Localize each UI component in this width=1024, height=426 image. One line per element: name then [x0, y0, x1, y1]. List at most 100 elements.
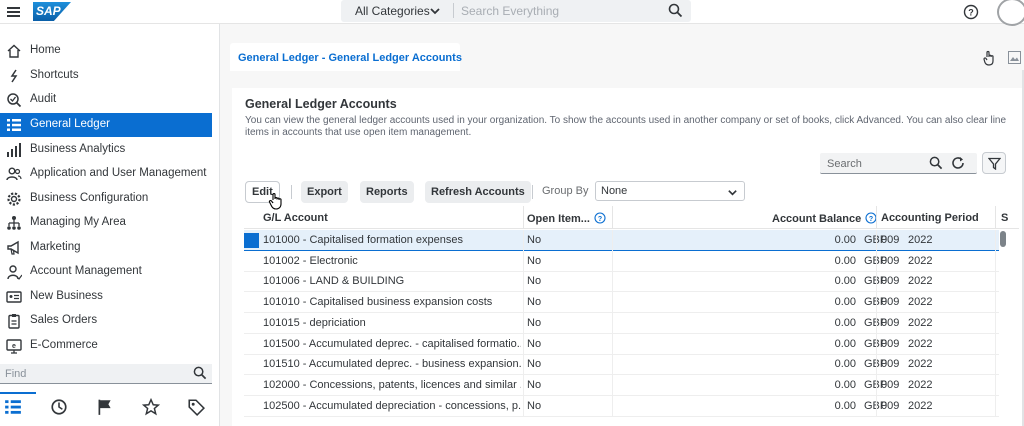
table-row[interactable]: 101015 - depriciationNo0.00GBP0092022 — [244, 312, 999, 334]
table-row[interactable]: 101006 - LAND & BUILDINGNo0.00GBP0092022 — [244, 271, 999, 293]
sidebar-item-label: Home — [30, 44, 61, 56]
row-selector[interactable] — [244, 337, 259, 352]
cell-gl-account[interactable]: 101000 - Capitalised formation expenses — [263, 234, 521, 246]
help-icon[interactable]: ? — [963, 4, 979, 20]
sidebar-item-application-user-management[interactable]: Application and User Management — [0, 162, 212, 186]
sidebar-item-business-analytics[interactable]: Business Analytics — [0, 138, 212, 162]
cell-period: 009 — [881, 399, 900, 412]
cell-year: 2022 — [908, 378, 933, 391]
sidebar-item-business-configuration[interactable]: Business Configuration — [0, 187, 212, 211]
export-button[interactable]: Export — [301, 181, 348, 203]
tab-general-ledger-accounts[interactable]: General Ledger - General Ledger Accounts — [230, 43, 462, 71]
col-header-extra[interactable]: S — [1001, 212, 1008, 224]
flag-icon[interactable] — [96, 398, 116, 418]
sidebar-item-home[interactable]: Home — [0, 39, 212, 63]
filter-button[interactable] — [982, 152, 1006, 174]
row-selector[interactable] — [244, 399, 259, 414]
refresh-accounts-button[interactable]: Refresh Accounts — [425, 181, 531, 203]
table-row[interactable]: 101002 - ElectronicNo0.00GBP0092022 — [244, 250, 999, 272]
cell-open-item: No — [527, 296, 542, 309]
row-selector[interactable] — [244, 274, 259, 289]
col-header-account-balance[interactable]: Account Balance? — [772, 212, 877, 225]
cell-gl-account[interactable]: 102000 - Concessions, patents, licences … — [263, 379, 521, 391]
card-icon — [6, 289, 22, 305]
page-description: You can view the general ledger accounts… — [245, 115, 1007, 138]
refresh-icon[interactable] — [951, 156, 965, 170]
image-icon[interactable] — [1008, 51, 1021, 64]
find-input[interactable] — [5, 366, 185, 382]
sidebar-item-general-ledger[interactable]: General Ledger — [0, 113, 212, 137]
sidebar-item-audit[interactable]: Audit — [0, 88, 212, 112]
clipboard-icon — [6, 313, 22, 329]
col-header-open-item[interactable]: Open Item...? — [527, 212, 606, 225]
touch-icon[interactable] — [982, 50, 996, 66]
row-selector[interactable] — [244, 233, 259, 248]
cell-gl-account[interactable]: 102500 - Accumulated depreciation - conc… — [263, 400, 521, 412]
cell-gl-account[interactable]: 101015 - depriciation — [263, 317, 521, 329]
row-selector[interactable] — [244, 254, 259, 269]
sap-logo[interactable]: SAP — [33, 2, 71, 21]
history-icon[interactable] — [50, 398, 70, 418]
sidebar-item-e-commerce[interactable]: e E-Commerce — [0, 334, 212, 358]
bar-chart-icon — [6, 142, 22, 158]
cell-period: 009 — [881, 316, 900, 329]
cell-year: 2022 — [908, 399, 933, 412]
category-select[interactable]: All Categories — [355, 4, 430, 18]
search-icon[interactable] — [193, 366, 207, 380]
divider — [453, 3, 454, 18]
favorite-icon[interactable] — [142, 398, 162, 418]
global-search-input[interactable] — [461, 1, 661, 20]
divider — [523, 312, 524, 334]
vertical-scrollbar[interactable] — [999, 229, 1007, 426]
row-selector[interactable] — [244, 357, 259, 372]
sidebar-item-label: Sales Orders — [30, 314, 98, 326]
cell-year: 2022 — [908, 234, 933, 246]
cell-gl-account[interactable]: 101006 - LAND & BUILDING — [263, 275, 521, 287]
table-row[interactable]: 101500 - Accumulated deprec. - capitalis… — [244, 333, 999, 355]
users-icon — [6, 166, 22, 182]
cell-gl-account[interactable]: 101500 - Accumulated deprec. - capitalis… — [263, 338, 521, 350]
sidebar-item-label: Audit — [30, 93, 57, 105]
sidebar-item-account-management[interactable]: Account Management — [0, 260, 212, 284]
row-selector[interactable] — [244, 295, 259, 310]
cell-year: 2022 — [908, 275, 933, 288]
list-icon[interactable] — [4, 398, 24, 418]
scrollbar-thumb[interactable] — [1000, 231, 1006, 247]
search-icon[interactable] — [929, 156, 943, 170]
group-by-select[interactable]: None — [595, 181, 745, 201]
row-selector[interactable] — [244, 378, 259, 393]
gl-accounts-panel: General Ledger Accounts You can view the… — [232, 88, 1022, 426]
sidebar-item-new-business[interactable]: New Business — [0, 285, 212, 309]
search-input[interactable] — [827, 156, 927, 171]
table-row[interactable]: 102500 - Accumulated depreciation - conc… — [244, 395, 999, 417]
table-row[interactable]: 102000 - Concessions, patents, licences … — [244, 374, 999, 396]
col-header-accounting-period[interactable]: Accounting Period — [881, 212, 979, 224]
cell-gl-account[interactable]: 101002 - Electronic — [263, 255, 521, 267]
gear-icon — [6, 191, 22, 207]
menu-icon[interactable] — [6, 4, 22, 20]
chevron-down-icon[interactable] — [429, 5, 441, 17]
divider — [995, 354, 996, 376]
global-search-bar: All Categories — [341, 0, 691, 22]
table-row[interactable]: 101000 - Capitalised formation expenses N… — [244, 230, 999, 251]
sidebar-item-managing-my-area[interactable]: Managing My Area — [0, 211, 212, 235]
sidebar-item-shortcuts[interactable]: Shortcuts — [0, 64, 212, 88]
tag-icon[interactable] — [187, 398, 207, 418]
cell-gl-account[interactable]: 101510 - Accumulated deprec. - business … — [263, 358, 521, 370]
cell-gl-account[interactable]: 101010 - Capitalised business expansion … — [263, 296, 521, 308]
sidebar-item-sales-orders[interactable]: Sales Orders — [0, 309, 212, 333]
reports-button[interactable]: Reports — [360, 181, 414, 203]
table-search — [820, 153, 977, 174]
col-header-gl-account[interactable]: G/L Account — [263, 212, 328, 224]
table-row[interactable]: 101010 - Capitalised business expansion … — [244, 292, 999, 314]
avatar[interactable] — [997, 0, 1024, 26]
divider — [612, 374, 613, 396]
cell-year: 2022 — [908, 254, 933, 267]
cell-amount: 0.00 — [834, 254, 856, 267]
row-selector[interactable] — [244, 316, 259, 331]
cell-period: 009 — [881, 296, 900, 309]
home-icon — [6, 43, 22, 59]
table-row[interactable]: 101510 - Accumulated deprec. - business … — [244, 354, 999, 376]
search-icon[interactable] — [668, 3, 683, 18]
sidebar-item-marketing[interactable]: Marketing — [0, 236, 212, 260]
